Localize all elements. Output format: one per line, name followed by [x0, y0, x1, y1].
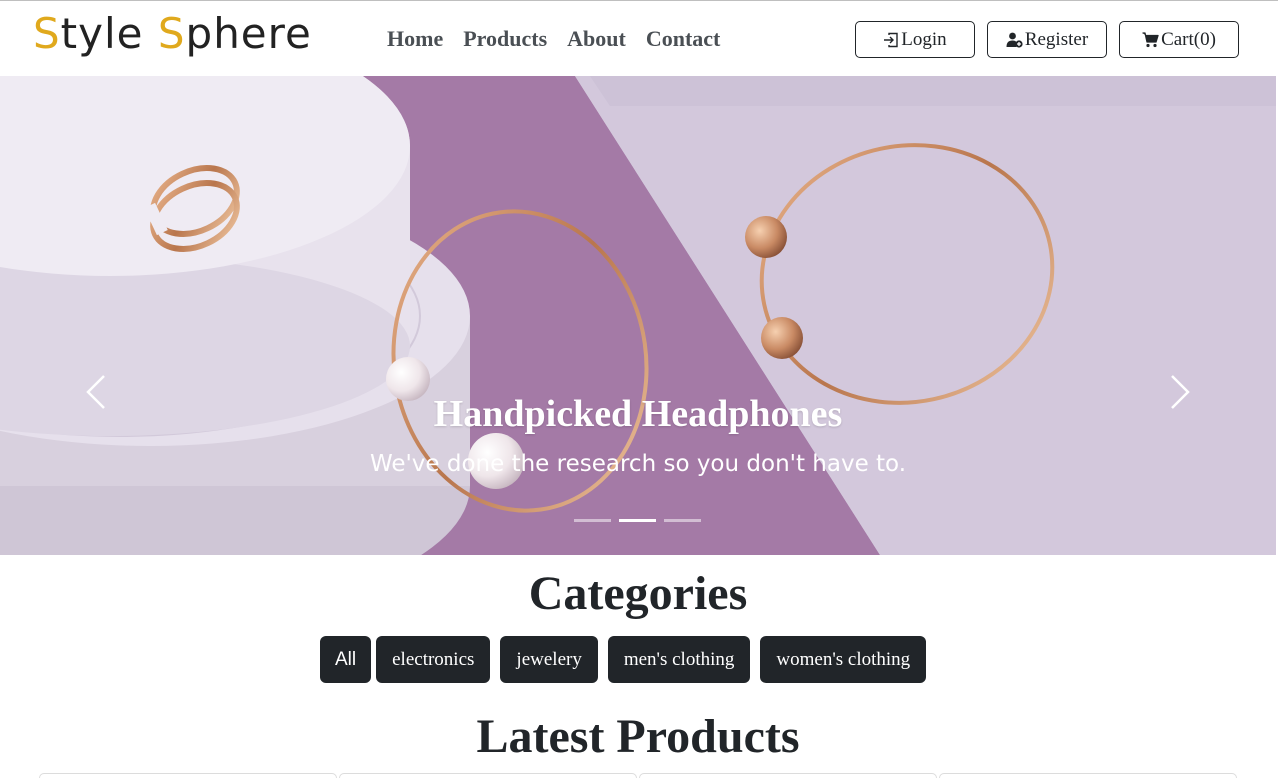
hero-slide-image — [0, 76, 1276, 555]
carousel-indicators — [574, 519, 709, 522]
brand-logo[interactable]: Style Sphere — [33, 9, 312, 58]
cart-icon — [1142, 31, 1159, 47]
carousel-indicator-active[interactable] — [619, 519, 656, 522]
product-card[interactable] — [339, 773, 637, 778]
carousel-indicator[interactable] — [574, 519, 611, 522]
category-button-electronics[interactable]: electronics — [376, 636, 491, 683]
brand-text-2: phere — [185, 9, 312, 58]
main-nav: Home Products About Contact — [387, 26, 740, 52]
register-label: Register — [1024, 28, 1089, 50]
carousel-caption-subtitle: We've done the research so you don't hav… — [369, 451, 907, 477]
login-button[interactable]: Login — [855, 21, 975, 58]
user-plus-icon — [1006, 32, 1023, 48]
category-button-womens-clothing[interactable]: women's clothing — [760, 636, 927, 683]
nav-actions: Login Register Cart(0) — [855, 21, 1239, 58]
nav-link-about[interactable]: About — [567, 26, 626, 52]
nav-link-home[interactable]: Home — [387, 26, 443, 52]
navbar: Style Sphere Home Products About Contact… — [0, 1, 1278, 76]
hero-carousel: Handpicked Headphones We've done the res… — [0, 76, 1276, 555]
brand-letter-s1: S — [33, 9, 61, 58]
cart-button[interactable]: Cart(0) — [1119, 21, 1239, 58]
category-filter-bar: All electronics jewelery men's clothing … — [320, 636, 936, 683]
nav-link-products[interactable]: Products — [463, 26, 547, 52]
carousel-indicator[interactable] — [664, 519, 701, 522]
sign-in-icon — [884, 32, 898, 47]
brand-letter-s2: S — [157, 9, 186, 58]
cart-label: Cart(0) — [1161, 28, 1216, 50]
brand-text-1: tyle — [60, 9, 158, 58]
login-label: Login — [901, 28, 947, 50]
categories-heading: Categories — [528, 567, 748, 620]
category-button-mens-clothing[interactable]: men's clothing — [607, 636, 751, 683]
product-card[interactable] — [939, 773, 1237, 778]
nav-link-contact[interactable]: Contact — [646, 26, 721, 52]
register-button[interactable]: Register — [987, 21, 1107, 58]
carousel-caption-title: Handpicked Headphones — [433, 393, 843, 435]
product-card[interactable] — [639, 773, 937, 778]
product-grid — [39, 773, 1239, 778]
category-button-jewelery[interactable]: jewelery — [500, 636, 598, 683]
product-card[interactable] — [39, 773, 337, 778]
category-button-all[interactable]: All — [320, 636, 372, 683]
latest-products-heading: Latest Products — [476, 710, 800, 763]
